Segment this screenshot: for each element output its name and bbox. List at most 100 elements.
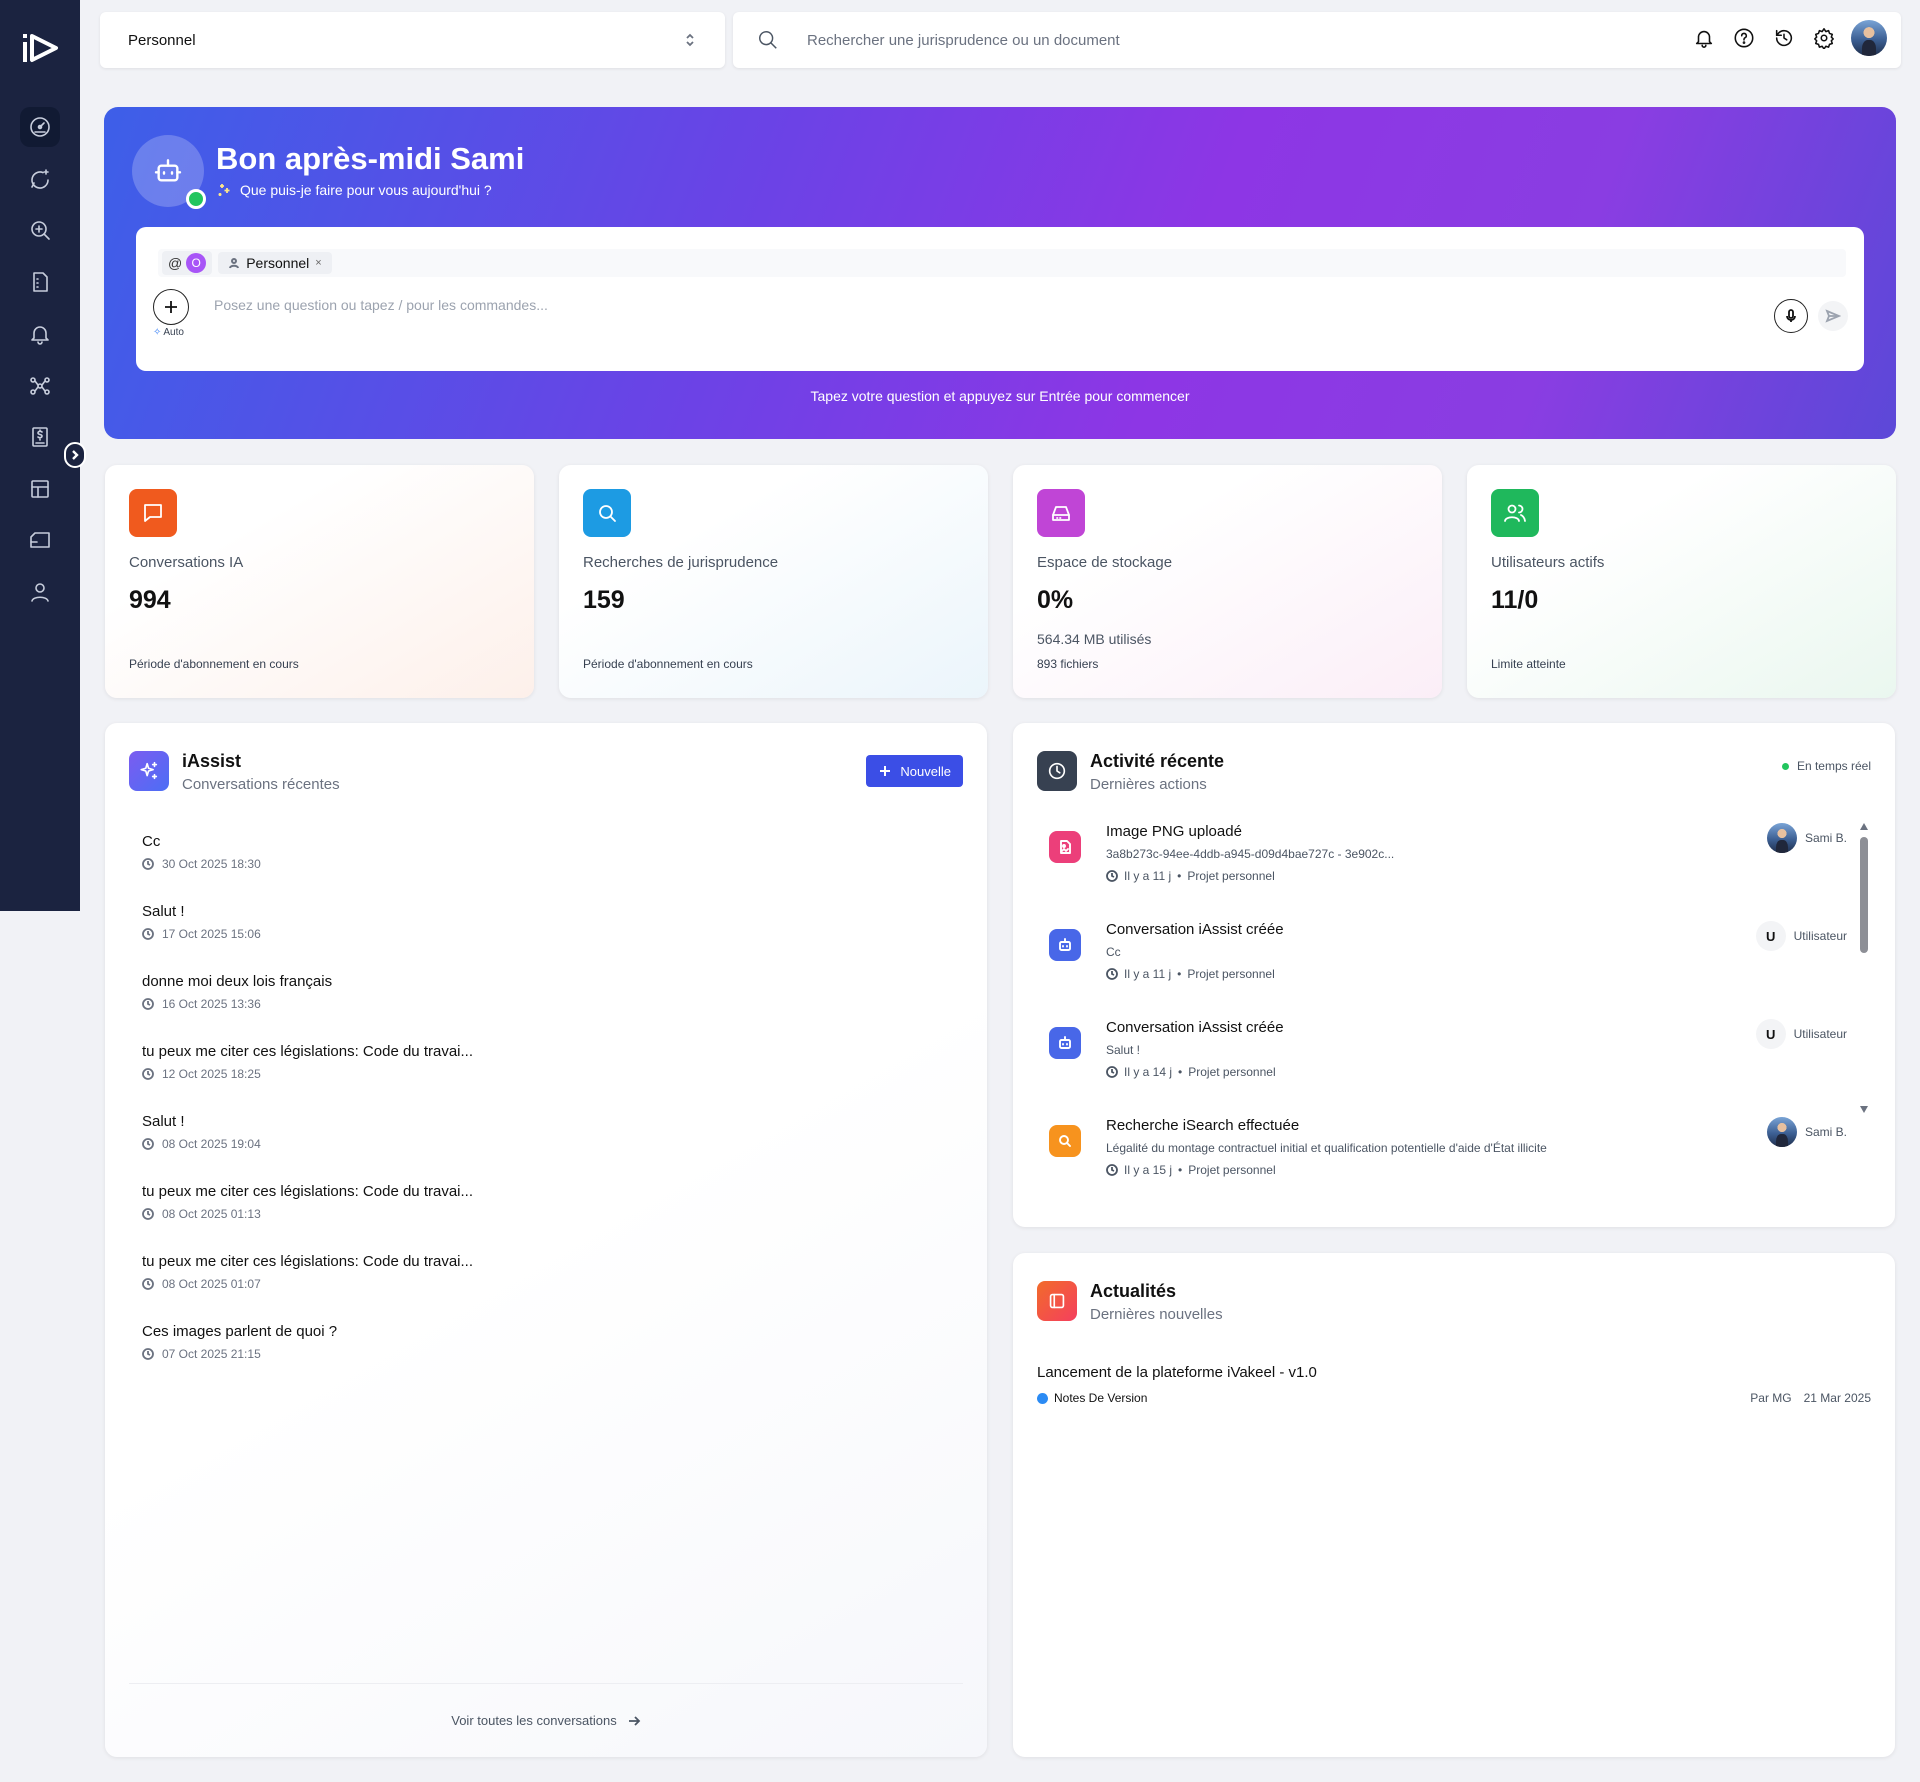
activity-scrollbar[interactable] [1860,823,1868,1113]
clock-icon [142,998,154,1010]
image-file-icon [1060,840,1071,854]
clock-icon [142,858,154,870]
stat-icon-box [583,489,631,537]
history-button[interactable] [1771,25,1797,51]
list-item[interactable]: tu peux me citer ces législations: Code … [142,1183,963,1253]
arrow-right-icon [628,1715,641,1726]
view-all-conversations-link[interactable]: Voir toutes les conversations [129,1683,963,1757]
chat-icon [144,504,162,522]
clock-icon [142,1068,154,1080]
greeting-subtitle: Que puis-je faire pour vous aujourd'hui … [216,182,492,198]
activity-item[interactable]: Conversation iAssist créée Cc Il y a 11 … [1049,921,1859,1019]
notifications-button[interactable] [1691,25,1717,51]
stat-label: Utilisateurs actifs [1491,554,1605,571]
help-button[interactable] [1731,25,1757,51]
sidebar-item-templates[interactable] [20,469,60,509]
plus-icon [880,766,891,776]
settings-button[interactable] [1811,25,1837,51]
mention-badge: O [186,253,207,273]
search-icon [1059,1135,1071,1147]
clock-icon [1106,1164,1118,1176]
prompt-hint: Tapez votre question et appuyez sur Entr… [810,388,1190,404]
list-item[interactable]: Salut ! 08 Oct 2025 19:04 [142,1113,963,1183]
clock-icon [142,1278,154,1290]
stat-icon-box [129,489,177,537]
send-button[interactable] [1818,301,1848,331]
sidebar-item-workflows[interactable] [20,366,60,406]
list-item[interactable]: tu peux me citer ces législations: Code … [142,1043,963,1113]
list-item[interactable]: Ces images parlent de quoi ? 07 Oct 2025 … [142,1323,963,1393]
panel-subtitle: Conversations récentes [182,776,340,793]
stat-card-conversations[interactable]: Conversations IA 994 Période d'abonnemen… [105,465,534,698]
workspace-chip[interactable]: Personnel × [218,252,332,274]
panel-subtitle: Dernières nouvelles [1090,1306,1223,1323]
workspace-selector-value: Personnel [128,31,196,49]
activity-user: U Utilisateur [1755,921,1847,951]
mode-auto-toggle[interactable]: ✧ Auto [153,327,184,338]
clock-icon [142,1348,154,1360]
newspaper-icon [1049,1293,1065,1309]
list-item[interactable]: tu peux me citer ces législations: Code … [142,1253,963,1323]
top-actions [1691,20,1887,56]
hard-drive-icon [1052,506,1070,521]
prompt-input[interactable] [214,297,1614,313]
stat-note: Limite atteinte [1491,657,1566,671]
list-item[interactable]: Salut ! 17 Oct 2025 15:06 [142,903,963,973]
avatar [1766,823,1797,853]
sparkles-icon [218,184,230,196]
panel-icon-box [1037,1281,1077,1321]
news-panel: Actualités Dernières nouvelles Lancement… [1013,1253,1895,1757]
stat-card-searches[interactable]: Recherches de jurisprudence 159 Période … [559,465,988,698]
activity-user: Sami B. [1766,1117,1847,1147]
remove-chip-button[interactable]: × [315,257,321,269]
folder-icon [30,532,50,548]
sidebar-item-profile[interactable] [20,572,60,612]
bot-icon [1059,1036,1071,1049]
clock-icon [1106,870,1118,882]
stat-card-storage[interactable]: Espace de stockage 0% 564.34 MB utilisés… [1013,465,1442,698]
sidebar-item-documents[interactable] [20,262,60,302]
dashboard-icon [30,117,50,137]
user-avatar[interactable] [1851,20,1887,56]
sidebar-item-notifications[interactable] [20,314,60,354]
chevron-up-down-icon [686,33,694,47]
panel-title: Activité récente [1090,751,1225,771]
workspace-selector[interactable]: Personnel [100,12,725,68]
scroll-down-arrow[interactable] [1860,1106,1868,1113]
app-logo[interactable] [20,30,60,66]
sidebar-item-dashboard[interactable] [20,107,60,147]
user-initial-badge: U [1755,1019,1786,1049]
activity-item[interactable]: Image PNG uploadé 3a8b273c-94ee-4ddb-a94… [1049,823,1859,921]
scroll-up-arrow[interactable] [1860,823,1868,830]
stat-icon-box [1491,489,1539,537]
new-conversation-button[interactable]: Nouvelle [866,755,963,787]
chevron-right-icon [72,450,79,460]
clock-icon [1106,1066,1118,1078]
news-item[interactable]: Lancement de la plateforme iVakeel - v1.… [1037,1364,1871,1405]
attach-button[interactable] [153,289,189,325]
user-initial-badge: U [1755,921,1786,951]
list-item[interactable]: donne moi deux lois français 16 Oct 2025 … [142,973,963,1043]
document-icon [33,272,48,292]
activity-item[interactable]: Conversation iAssist créée Salut ! Il y … [1049,1019,1859,1117]
sidebar-expand-button[interactable] [64,442,86,468]
voice-input-button[interactable] [1774,299,1808,333]
iassist-panel: iAssist Conversations récentes Nouvelle … [105,723,987,1757]
list-item[interactable]: Cc 30 Oct 2025 18:30 [142,833,963,903]
clock-icon [1106,968,1118,980]
activity-item[interactable]: Recherche iSearch effectuée Légalité du … [1049,1117,1859,1215]
stat-card-users[interactable]: Utilisateurs actifs 11/0 Limite atteinte [1467,465,1896,698]
stat-label: Conversations IA [129,554,244,571]
sidebar-item-folders[interactable] [20,520,60,560]
sidebar-item-iassist[interactable] [20,159,60,199]
stat-label: Recherches de jurisprudence [583,554,779,571]
sidebar-item-legislation[interactable] [20,417,60,457]
global-search-input[interactable] [807,31,1607,49]
sidebar-item-isearch[interactable] [20,210,60,250]
bell-icon [1695,30,1713,48]
sparkles-icon [140,761,158,780]
search-icon [759,31,777,49]
user-icon [229,258,240,269]
mention-chip[interactable]: @ O [162,251,213,275]
scroll-thumb[interactable] [1860,837,1868,953]
